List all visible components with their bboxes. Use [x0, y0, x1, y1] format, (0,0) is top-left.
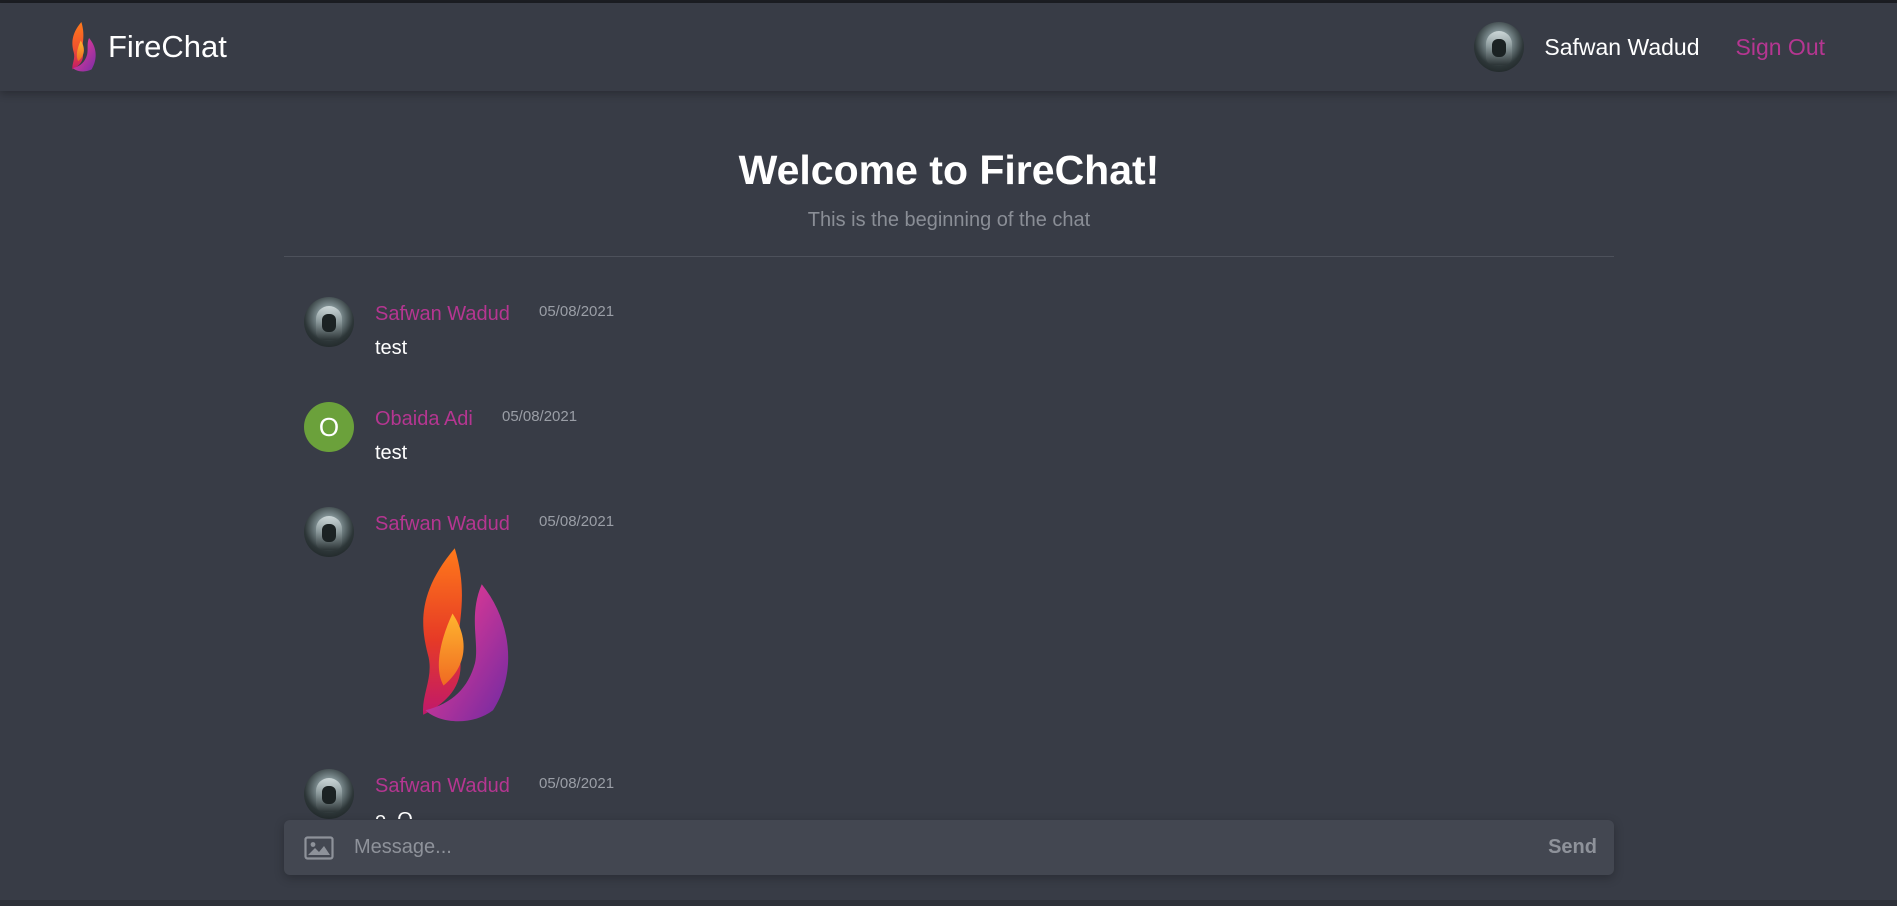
- message-input[interactable]: [354, 836, 1549, 859]
- welcome-subtitle: This is the beginning of the chat: [807, 209, 1091, 231]
- welcome-title: Welcome to FireChat!: [738, 147, 1160, 193]
- firechat-logo-icon: [72, 22, 96, 72]
- message-composer: Send: [284, 820, 1614, 875]
- firechat-logo-image[interactable]: [397, 546, 517, 726]
- message-date: 05/08/2021: [539, 303, 615, 320]
- app-header: FireChat Safwan Wadud Sign Out: [0, 3, 1897, 91]
- current-user-avatar[interactable]: [1474, 22, 1525, 72]
- user-area: Safwan Wadud Sign Out: [1474, 22, 1825, 72]
- chat-main: Welcome to FireChat! This is the beginni…: [284, 91, 1614, 906]
- message-text: test: [375, 442, 408, 464]
- current-user-name: Safwan Wadud: [1544, 33, 1700, 60]
- image-icon[interactable]: [304, 835, 334, 860]
- message-avatar: O: [304, 402, 354, 452]
- message-date: 05/08/2021: [539, 775, 615, 792]
- message-text: o_O: [375, 809, 413, 819]
- message-text: test: [375, 337, 408, 359]
- message-item: Safwan Wadud 05/08/2021 test: [304, 297, 704, 367]
- sign-out-button[interactable]: Sign Out: [1736, 34, 1826, 61]
- message-date: 05/08/2021: [502, 408, 578, 425]
- message-item: O Obaida Adi 05/08/2021 test: [304, 402, 704, 472]
- message-date: 05/08/2021: [539, 513, 615, 530]
- message-author: Safwan Wadud: [375, 775, 510, 797]
- message-avatar: [304, 297, 354, 347]
- message-author: Obaida Adi: [375, 408, 473, 430]
- message-item: Safwan Wadud 05/08/2021: [304, 507, 704, 727]
- app-title: FireChat: [108, 29, 227, 64]
- message-avatar: [304, 507, 354, 557]
- message-avatar: [304, 769, 354, 819]
- message-author: Safwan Wadud: [375, 303, 510, 325]
- brand[interactable]: FireChat: [66, 21, 227, 73]
- message-item: Safwan Wadud 05/08/2021 o_O: [304, 769, 704, 819]
- send-button[interactable]: Send: [1548, 836, 1597, 859]
- message-author: Safwan Wadud: [375, 513, 510, 535]
- bottom-strip: [0, 900, 1897, 906]
- divider: [284, 256, 1614, 257]
